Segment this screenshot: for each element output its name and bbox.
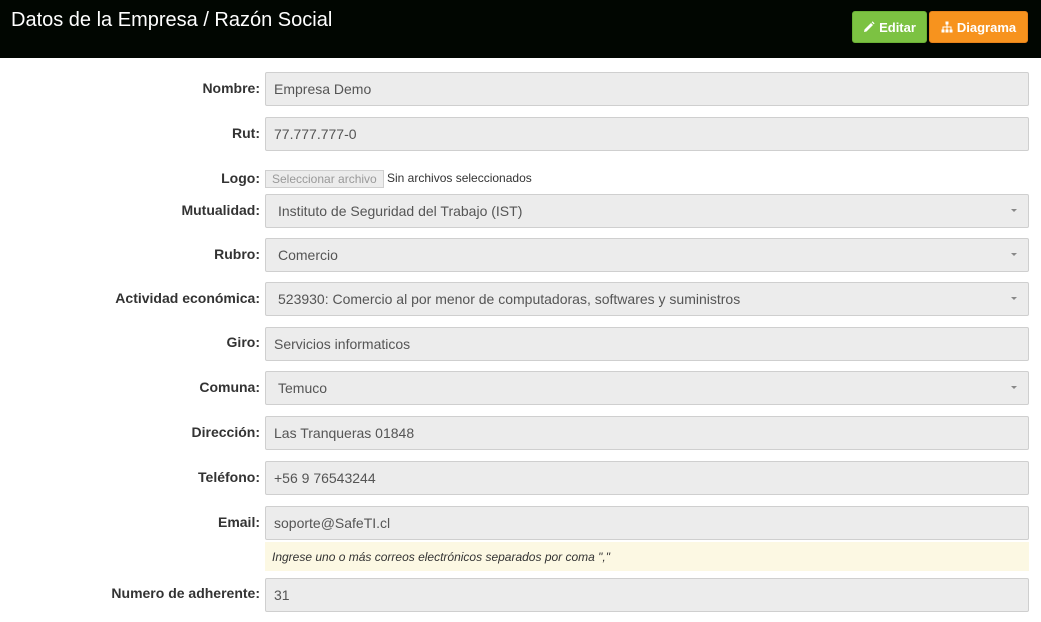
giro-field[interactable]: Servicios informaticos (265, 327, 1029, 361)
page-title: Datos de la Empresa / Razón Social (11, 9, 333, 31)
actividad-value: 523930: Comercio al por menor de computa… (278, 291, 741, 307)
telefono-field[interactable]: +56 9 76543244 (265, 461, 1029, 495)
mutualidad-select[interactable]: Instituto de Seguridad del Trabajo (IST) (265, 194, 1029, 228)
sitemap-icon (941, 21, 953, 33)
rubro-value: Comercio (278, 247, 338, 263)
rut-value: 77.777.777-0 (274, 126, 357, 142)
diagram-button-label: Diagrama (956, 19, 1017, 35)
giro-label: Giro: (226, 334, 260, 350)
actividad-label: Actividad económica: (115, 290, 260, 306)
edit-button-label: Editar (879, 19, 916, 35)
comuna-select[interactable]: Temuco (265, 371, 1029, 405)
comuna-value: Temuco (278, 380, 328, 396)
email-label: Email: (217, 514, 260, 530)
mutualidad-value: Instituto de Seguridad del Trabajo (IST) (278, 203, 523, 219)
file-select-button[interactable]: Seleccionar archivo (265, 170, 384, 188)
logo-label: Logo: (221, 170, 260, 186)
actividad-select[interactable]: 523930: Comercio al por menor de computa… (265, 282, 1029, 316)
email-help-text: Ingrese uno o más correos electrónicos s… (265, 542, 1029, 571)
rubro-select[interactable]: Comercio (265, 238, 1029, 272)
nombre-field[interactable]: Empresa Demo (265, 72, 1029, 106)
diagram-button[interactable]: Diagrama (929, 11, 1028, 43)
adherente-field[interactable]: 31 (265, 578, 1029, 612)
pencil-icon (864, 21, 875, 32)
comuna-label: Comuna: (199, 379, 260, 395)
rubro-label: Rubro: (214, 246, 260, 262)
dropdown-caret-icon (1011, 209, 1017, 212)
file-status-text: Sin archivos seleccionados (387, 171, 532, 185)
edit-button[interactable]: Editar (852, 11, 927, 43)
email-value: soporte@SafeTI.cl (274, 515, 391, 531)
adherente-value: 31 (274, 587, 290, 603)
adherente-label: Numero de adherente: (111, 585, 260, 601)
dropdown-caret-icon (1011, 297, 1017, 300)
telefono-label: Teléfono: (198, 469, 260, 485)
rut-label: Rut: (232, 125, 260, 141)
mutualidad-label: Mutualidad: (181, 202, 260, 218)
rut-field[interactable]: 77.777.777-0 (265, 117, 1029, 151)
giro-value: Servicios informaticos (274, 336, 411, 352)
nombre-value: Empresa Demo (274, 81, 372, 97)
nombre-label: Nombre: (202, 80, 260, 96)
telefono-value: +56 9 76543244 (274, 470, 376, 486)
email-field[interactable]: soporte@SafeTI.cl (265, 506, 1029, 540)
dropdown-caret-icon (1011, 253, 1017, 256)
direccion-label: Dirección: (191, 424, 260, 440)
page-header: Datos de la Empresa / Razón Social Edita… (0, 0, 1041, 58)
direccion-value: Las Tranqueras 01848 (274, 425, 415, 441)
dropdown-caret-icon (1011, 386, 1017, 389)
direccion-field[interactable]: Las Tranqueras 01848 (265, 416, 1029, 450)
